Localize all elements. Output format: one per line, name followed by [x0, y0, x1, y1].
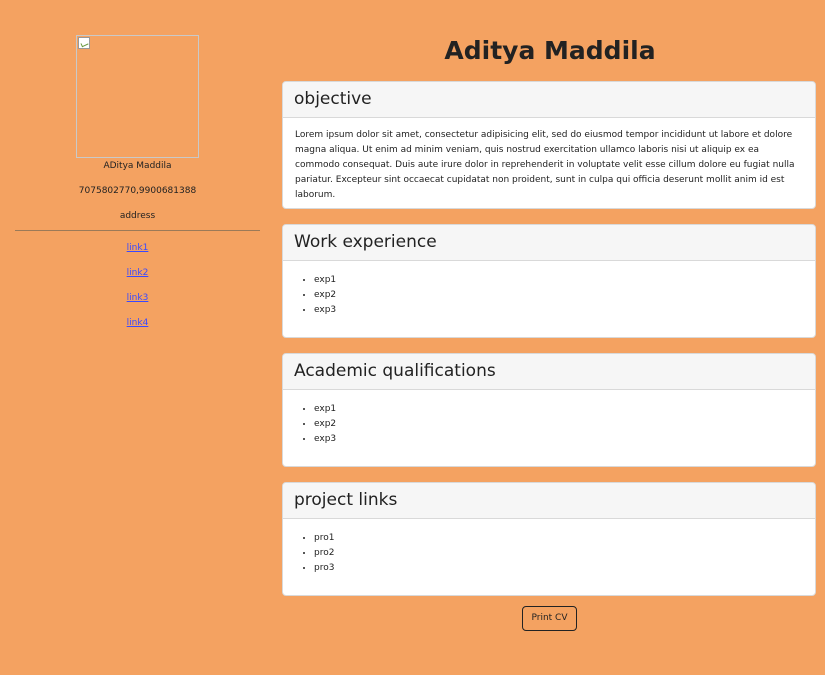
objective-card: objective Lorem ipsum dolor sit amet, co…: [282, 81, 816, 209]
sidebar-divider: [15, 230, 260, 231]
list-item: exp1: [314, 402, 803, 417]
list-item: exp2: [314, 417, 803, 432]
profile-image: [76, 35, 199, 158]
academic-qualifications-heading: Academic qualifications: [283, 354, 815, 390]
project-links-card: project links pro1 pro2 pro3: [282, 482, 816, 596]
broken-image-icon: [78, 37, 90, 49]
work-experience-heading: Work experience: [283, 225, 815, 261]
project-links-body: pro1 pro2 pro3: [283, 519, 815, 576]
list-item: exp1: [314, 273, 803, 288]
list-item: exp3: [314, 303, 803, 318]
sidebar: ADitya Maddila 7075802770,9900681388 add…: [15, 35, 260, 343]
work-experience-body: exp1 exp2 exp3: [283, 261, 815, 318]
academic-qualifications-list: exp1 exp2 exp3: [295, 402, 803, 447]
profile-address: address: [119, 211, 156, 221]
list-item: pro2: [314, 546, 803, 561]
print-cv-button[interactable]: Print CV: [522, 606, 577, 631]
profile-name: ADitya Maddila: [103, 161, 172, 171]
sidebar-link-3[interactable]: link3: [15, 293, 260, 304]
objective-heading: objective: [283, 82, 815, 118]
work-experience-card: Work experience exp1 exp2 exp3: [282, 224, 816, 338]
list-item: pro1: [314, 531, 803, 546]
list-item: exp2: [314, 288, 803, 303]
page-title: Aditya Maddila: [444, 36, 656, 65]
objective-body: Lorem ipsum dolor sit amet, consectetur …: [283, 118, 815, 203]
list-item: exp3: [314, 432, 803, 447]
sidebar-link-2[interactable]: link2: [15, 268, 260, 279]
sidebar-link-4[interactable]: link4: [15, 318, 260, 329]
profile-phone: 7075802770,9900681388: [78, 186, 197, 196]
sidebar-link-1[interactable]: link1: [15, 243, 260, 254]
objective-text: Lorem ipsum dolor sit amet, consectetur …: [295, 130, 795, 200]
list-item: pro3: [314, 561, 803, 576]
work-experience-list: exp1 exp2 exp3: [295, 273, 803, 318]
project-links-list: pro1 pro2 pro3: [295, 531, 803, 576]
academic-qualifications-card: Academic qualifications exp1 exp2 exp3: [282, 353, 816, 467]
project-links-heading: project links: [283, 483, 815, 519]
sidebar-links: link1 link2 link3 link4: [15, 243, 260, 329]
academic-qualifications-body: exp1 exp2 exp3: [283, 390, 815, 447]
